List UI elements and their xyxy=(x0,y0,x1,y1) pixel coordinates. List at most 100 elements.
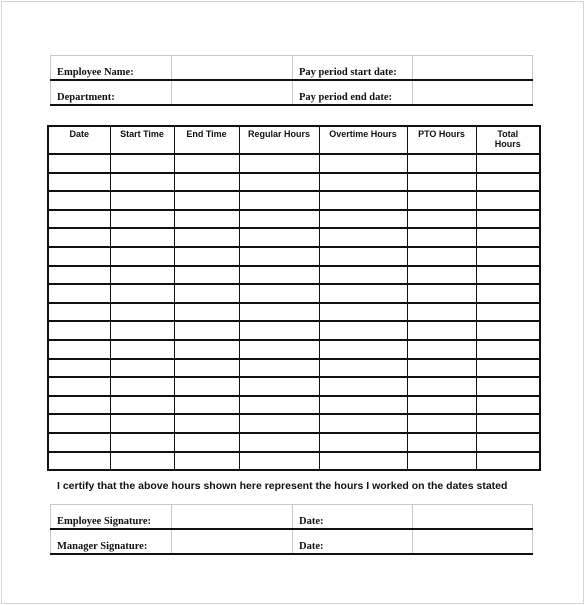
cell-pto-hours[interactable] xyxy=(406,265,477,286)
cell-overtime-hours[interactable] xyxy=(318,153,408,174)
cell-date[interactable] xyxy=(47,190,111,211)
cell-total-hours[interactable] xyxy=(475,190,541,211)
cell-start-time[interactable] xyxy=(109,320,175,341)
cell-regular-hours[interactable] xyxy=(238,246,320,267)
cell-date[interactable] xyxy=(47,320,111,341)
cell-date[interactable] xyxy=(47,227,111,248)
cell-pto-hours[interactable] xyxy=(406,395,477,416)
cell-start-time[interactable] xyxy=(109,265,175,286)
cell-start-time[interactable] xyxy=(109,172,175,193)
cell-total-hours[interactable] xyxy=(475,395,541,416)
cell-total-hours[interactable] xyxy=(475,302,541,323)
cell-end-time[interactable] xyxy=(173,413,240,434)
manager-signature-field[interactable] xyxy=(171,529,293,555)
cell-end-time[interactable] xyxy=(173,209,240,230)
cell-pto-hours[interactable] xyxy=(406,376,477,397)
cell-total-hours[interactable] xyxy=(475,283,541,304)
cell-start-time[interactable] xyxy=(109,153,175,174)
cell-date[interactable] xyxy=(47,209,111,230)
cell-date[interactable] xyxy=(47,283,111,304)
cell-overtime-hours[interactable] xyxy=(318,339,408,360)
cell-pto-hours[interactable] xyxy=(406,320,477,341)
cell-total-hours[interactable] xyxy=(475,209,541,230)
cell-regular-hours[interactable] xyxy=(238,302,320,323)
cell-end-time[interactable] xyxy=(173,358,240,379)
cell-regular-hours[interactable] xyxy=(238,153,320,174)
cell-end-time[interactable] xyxy=(173,302,240,323)
employee-signature-field[interactable] xyxy=(171,504,293,530)
cell-regular-hours[interactable] xyxy=(238,358,320,379)
cell-pto-hours[interactable] xyxy=(406,432,477,453)
cell-end-time[interactable] xyxy=(173,395,240,416)
cell-end-time[interactable] xyxy=(173,153,240,174)
cell-regular-hours[interactable] xyxy=(238,227,320,248)
cell-pto-hours[interactable] xyxy=(406,190,477,211)
cell-pto-hours[interactable] xyxy=(406,339,477,360)
cell-overtime-hours[interactable] xyxy=(318,432,408,453)
cell-regular-hours[interactable] xyxy=(238,376,320,397)
cell-date[interactable] xyxy=(47,432,111,453)
cell-end-time[interactable] xyxy=(173,320,240,341)
cell-date[interactable] xyxy=(47,395,111,416)
cell-end-time[interactable] xyxy=(173,339,240,360)
department-field[interactable] xyxy=(171,80,293,106)
employee-signature-date-field[interactable] xyxy=(412,504,533,530)
cell-start-time[interactable] xyxy=(109,283,175,304)
cell-total-hours[interactable] xyxy=(475,227,541,248)
cell-regular-hours[interactable] xyxy=(238,265,320,286)
cell-overtime-hours[interactable] xyxy=(318,283,408,304)
cell-overtime-hours[interactable] xyxy=(318,376,408,397)
cell-regular-hours[interactable] xyxy=(238,451,320,472)
cell-date[interactable] xyxy=(47,451,111,472)
cell-regular-hours[interactable] xyxy=(238,432,320,453)
cell-pto-hours[interactable] xyxy=(406,413,477,434)
cell-pto-hours[interactable] xyxy=(406,227,477,248)
cell-start-time[interactable] xyxy=(109,376,175,397)
cell-overtime-hours[interactable] xyxy=(318,320,408,341)
cell-pto-hours[interactable] xyxy=(406,283,477,304)
cell-date[interactable] xyxy=(47,413,111,434)
cell-overtime-hours[interactable] xyxy=(318,395,408,416)
cell-regular-hours[interactable] xyxy=(238,283,320,304)
cell-total-hours[interactable] xyxy=(475,265,541,286)
cell-pto-hours[interactable] xyxy=(406,358,477,379)
cell-overtime-hours[interactable] xyxy=(318,209,408,230)
cell-overtime-hours[interactable] xyxy=(318,227,408,248)
cell-total-hours[interactable] xyxy=(475,376,541,397)
cell-start-time[interactable] xyxy=(109,209,175,230)
cell-overtime-hours[interactable] xyxy=(318,358,408,379)
cell-end-time[interactable] xyxy=(173,283,240,304)
cell-start-time[interactable] xyxy=(109,190,175,211)
cell-total-hours[interactable] xyxy=(475,358,541,379)
cell-overtime-hours[interactable] xyxy=(318,246,408,267)
manager-signature-date-field[interactable] xyxy=(412,529,533,555)
cell-date[interactable] xyxy=(47,358,111,379)
cell-start-time[interactable] xyxy=(109,451,175,472)
cell-start-time[interactable] xyxy=(109,246,175,267)
cell-total-hours[interactable] xyxy=(475,246,541,267)
cell-date[interactable] xyxy=(47,265,111,286)
cell-overtime-hours[interactable] xyxy=(318,413,408,434)
cell-regular-hours[interactable] xyxy=(238,339,320,360)
cell-end-time[interactable] xyxy=(173,265,240,286)
cell-start-time[interactable] xyxy=(109,339,175,360)
cell-pto-hours[interactable] xyxy=(406,302,477,323)
cell-regular-hours[interactable] xyxy=(238,172,320,193)
cell-total-hours[interactable] xyxy=(475,153,541,174)
cell-regular-hours[interactable] xyxy=(238,395,320,416)
cell-end-time[interactable] xyxy=(173,227,240,248)
cell-total-hours[interactable] xyxy=(475,413,541,434)
cell-date[interactable] xyxy=(47,246,111,267)
cell-overtime-hours[interactable] xyxy=(318,451,408,472)
cell-end-time[interactable] xyxy=(173,246,240,267)
cell-pto-hours[interactable] xyxy=(406,209,477,230)
employee-name-field[interactable] xyxy=(171,55,293,81)
cell-start-time[interactable] xyxy=(109,227,175,248)
cell-start-time[interactable] xyxy=(109,413,175,434)
cell-date[interactable] xyxy=(47,302,111,323)
cell-regular-hours[interactable] xyxy=(238,413,320,434)
cell-regular-hours[interactable] xyxy=(238,209,320,230)
cell-pto-hours[interactable] xyxy=(406,451,477,472)
cell-overtime-hours[interactable] xyxy=(318,302,408,323)
cell-start-time[interactable] xyxy=(109,432,175,453)
